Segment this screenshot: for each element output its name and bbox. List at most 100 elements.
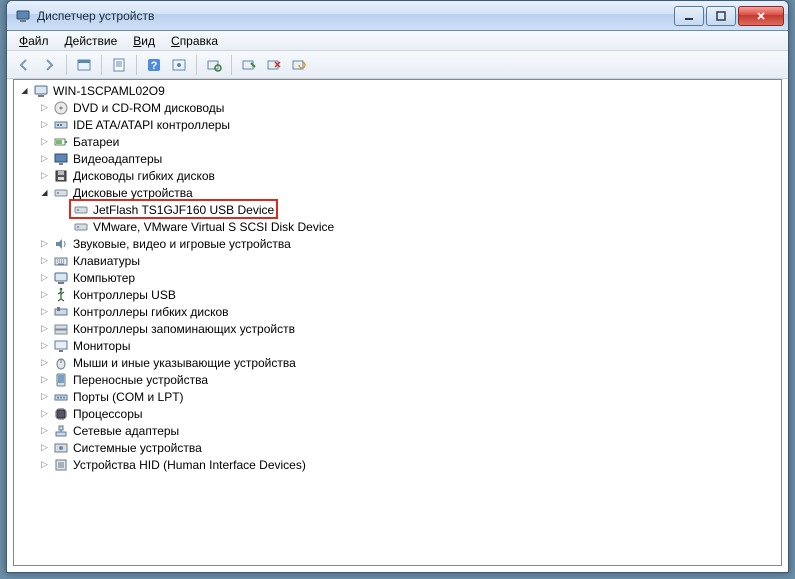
expand-icon[interactable]: ▷: [38, 424, 51, 437]
device-category[interactable]: ▷ Контроллеры USB: [14, 286, 781, 303]
node-label: Дисководы гибких дисков: [73, 169, 215, 183]
device-category[interactable]: ▷IDE ATA/ATAPI контроллеры: [14, 116, 781, 133]
toolbar-separator: [101, 55, 102, 75]
device-category[interactable]: ◢ Дисковые устройства: [14, 184, 781, 201]
node-label: WIN-1SCPAML02O9: [53, 84, 165, 98]
expand-icon[interactable]: ▷: [38, 101, 51, 114]
device-category[interactable]: ▷ Батареи: [14, 133, 781, 150]
node-label: VMware, VMware Virtual S SCSI Disk Devic…: [93, 220, 334, 234]
node-label: Процессоры: [73, 407, 143, 421]
tb-scan-button[interactable]: [203, 54, 225, 76]
expand-icon[interactable]: ▷: [38, 288, 51, 301]
app-icon: [15, 8, 31, 24]
expand-icon[interactable]: ▷: [38, 441, 51, 454]
expand-icon[interactable]: ▷: [38, 152, 51, 165]
device-item[interactable]: VMware, VMware Virtual S SCSI Disk Devic…: [14, 218, 781, 235]
node-label: Контроллеры гибких дисков: [73, 305, 229, 319]
tree-root-node[interactable]: ◢ WIN-1SCPAML02O9: [14, 82, 781, 99]
expand-icon[interactable]: ▷: [38, 339, 51, 352]
expand-icon[interactable]: ▷: [38, 322, 51, 335]
node-label: Батареи: [73, 135, 119, 149]
device-category[interactable]: ▷ Дисководы гибких дисков: [14, 167, 781, 184]
expand-icon[interactable]: ▷: [38, 407, 51, 420]
collapse-icon[interactable]: ◢: [38, 186, 51, 199]
device-category[interactable]: ▷ Сетевые адаптеры: [14, 422, 781, 439]
tb-enable-button[interactable]: [238, 54, 260, 76]
tb-showhide-button[interactable]: [73, 54, 95, 76]
maximize-button[interactable]: [706, 6, 736, 26]
close-button[interactable]: [738, 6, 784, 26]
expand-icon[interactable]: ▷: [38, 135, 51, 148]
drive-icon: [53, 185, 69, 201]
menu-action[interactable]: Действие: [57, 33, 126, 49]
menubar: Файл Действие Вид Справка: [7, 31, 788, 51]
device-category[interactable]: ▷ Видеоадаптеры: [14, 150, 781, 167]
expand-icon[interactable]: ▷: [38, 390, 51, 403]
battery-icon: [53, 134, 69, 150]
device-category[interactable]: ▷Переносные устройства: [14, 371, 781, 388]
device-item[interactable]: JetFlash TS1GJF160 USB Device: [14, 201, 781, 218]
floppyctrl-icon: [53, 304, 69, 320]
device-category[interactable]: ▷ Контроллеры гибких дисков: [14, 303, 781, 320]
collapse-icon[interactable]: ◢: [18, 84, 31, 97]
node-label: Сетевые адаптеры: [73, 424, 179, 438]
device-manager-window: Диспетчер устройств Файл Действие Вид Сп…: [6, 0, 789, 573]
expand-icon[interactable]: ▷: [38, 458, 51, 471]
menu-file[interactable]: Файл: [11, 33, 57, 49]
expand-icon[interactable]: ▷: [38, 118, 51, 131]
tb-refresh-button[interactable]: [168, 54, 190, 76]
device-category[interactable]: ▷ Системные устройства: [14, 439, 781, 456]
menu-view[interactable]: Вид: [125, 33, 163, 49]
device-category[interactable]: ▷Мыши и иные указывающие устройства: [14, 354, 781, 371]
device-category[interactable]: ▷Мониторы: [14, 337, 781, 354]
node-label: Компьютер: [73, 271, 135, 285]
tb-forward-button[interactable]: [38, 54, 60, 76]
device-category[interactable]: ▷ Компьютер: [14, 269, 781, 286]
network-icon: [53, 423, 69, 439]
device-category[interactable]: ▷ Контроллеры запоминающих устройств: [14, 320, 781, 337]
toolbar-separator: [196, 55, 197, 75]
expand-icon[interactable]: ▷: [38, 305, 51, 318]
device-category[interactable]: ▷Клавиатуры: [14, 252, 781, 269]
node-label: Контроллеры запоминающих устройств: [73, 322, 295, 336]
monitor-icon: [53, 338, 69, 354]
device-category[interactable]: ▷Звуковые, видео и игровые устройства: [14, 235, 781, 252]
device-category[interactable]: ▷ Процессоры: [14, 405, 781, 422]
floppy-icon: [53, 168, 69, 184]
tb-help-button[interactable]: ?: [143, 54, 165, 76]
toolbar-separator: [136, 55, 137, 75]
computer-icon: [33, 83, 49, 99]
toolbar: ?: [7, 51, 788, 79]
sound-icon: [53, 236, 69, 252]
expand-icon[interactable]: ▷: [38, 373, 51, 386]
titlebar[interactable]: Диспетчер устройств: [7, 1, 788, 31]
menu-help-rest: правка: [180, 34, 218, 48]
node-label: Системные устройства: [73, 441, 202, 455]
device-category[interactable]: ▷Порты (COM и LPT): [14, 388, 781, 405]
node-label: Видеоадаптеры: [73, 152, 162, 166]
system-icon: [53, 440, 69, 456]
node-label: Устройства HID (Human Interface Devices): [73, 458, 306, 472]
minimize-button[interactable]: [674, 6, 704, 26]
window-title: Диспетчер устройств: [37, 9, 672, 23]
node-label: Дисковые устройства: [73, 186, 193, 200]
node-label: Контроллеры USB: [73, 288, 176, 302]
toolbar-separator: [231, 55, 232, 75]
expand-icon[interactable]: ▷: [38, 356, 51, 369]
device-category[interactable]: ▷ Устройства HID (Human Interface Devices…: [14, 456, 781, 473]
expand-icon[interactable]: ▷: [38, 271, 51, 284]
menu-file-rest: айл: [28, 34, 48, 48]
expand-icon[interactable]: ▷: [38, 237, 51, 250]
tb-uninstall-button[interactable]: [263, 54, 285, 76]
node-label: DVD и CD-ROM дисководы: [73, 101, 224, 115]
tb-back-button[interactable]: [13, 54, 35, 76]
device-category[interactable]: ▷ DVD и CD-ROM дисководы: [14, 99, 781, 116]
menu-help[interactable]: Справка: [163, 33, 226, 49]
expand-icon[interactable]: ▷: [38, 254, 51, 267]
port-icon: [53, 389, 69, 405]
tb-properties-button[interactable]: [108, 54, 130, 76]
expand-icon[interactable]: ▷: [38, 169, 51, 182]
tree-view[interactable]: ◢WIN-1SCPAML02O9▷DVD и CD-ROM дисководы▷…: [13, 79, 782, 566]
tb-update-button[interactable]: [288, 54, 310, 76]
mouse-icon: [53, 355, 69, 371]
